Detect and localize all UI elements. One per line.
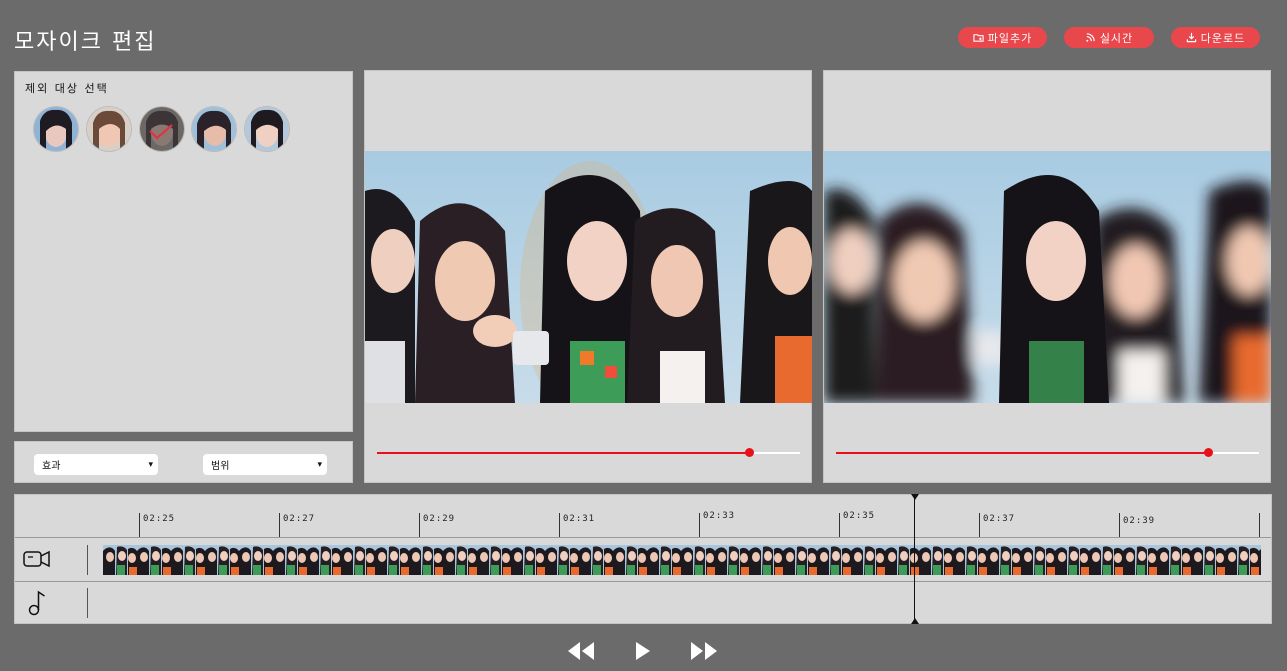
playhead-top-handle[interactable] xyxy=(911,494,919,500)
ruler-tick xyxy=(1119,513,1120,537)
options-panel: 효과 ▾ 범위 ▾ xyxy=(14,441,353,483)
chevron-down-icon: ▾ xyxy=(317,459,322,470)
ruler-tick-label: 02:31 xyxy=(563,514,596,524)
rss-icon xyxy=(1086,33,1095,42)
playhead[interactable] xyxy=(914,495,915,623)
mosaic-progress-fill xyxy=(836,452,1209,454)
ruler-tick xyxy=(839,513,840,537)
play-icon xyxy=(636,642,650,660)
original-progress-track[interactable] xyxy=(377,448,800,457)
download-icon xyxy=(1186,32,1196,43)
original-preview-panel xyxy=(364,70,812,483)
face-thumb-4[interactable] xyxy=(192,107,236,151)
ruler-tick xyxy=(419,513,420,537)
music-note-icon xyxy=(27,589,47,617)
video-camera-icon xyxy=(23,546,51,572)
ruler-tick-label: 02:27 xyxy=(283,514,316,524)
rewind-icon xyxy=(568,642,594,660)
chevron-down-icon: ▾ xyxy=(148,459,153,470)
ruler-tick xyxy=(1259,513,1260,537)
ruler-divider xyxy=(15,537,1271,538)
ruler-tick-label: 02:39 xyxy=(1123,516,1156,526)
effect-select-value: 효과 xyxy=(42,461,61,472)
face-thumb-3-selected[interactable] xyxy=(140,107,184,151)
realtime-label: 실시간 xyxy=(1099,31,1134,45)
play-button[interactable] xyxy=(633,640,653,662)
realtime-button[interactable]: 실시간 xyxy=(1064,27,1154,48)
face-thumb-5[interactable] xyxy=(245,107,289,151)
add-file-label: 파일추가 xyxy=(987,31,1033,45)
range-select-value: 범위 xyxy=(211,461,230,472)
effect-select[interactable]: 효과 ▾ xyxy=(34,454,158,475)
playhead-bottom-handle[interactable] xyxy=(911,618,919,624)
ruler-tick-label: 02:33 xyxy=(703,511,736,521)
track-header-divider xyxy=(87,545,88,575)
rewind-button[interactable] xyxy=(566,640,596,662)
track-divider xyxy=(15,581,1271,582)
original-video-frame[interactable] xyxy=(365,151,812,403)
ruler-tick xyxy=(559,513,560,537)
track-header-divider xyxy=(87,588,88,618)
ruler-tick xyxy=(139,513,140,537)
ruler-tick xyxy=(979,513,980,537)
ruler-tick xyxy=(279,513,280,537)
add-file-button[interactable]: 파일추가 xyxy=(958,27,1047,48)
ruler-tick-label: 02:25 xyxy=(143,514,176,524)
page-title: 모자이크 편집 xyxy=(14,30,157,55)
ruler-tick xyxy=(699,513,700,537)
ruler-tick-label: 02:35 xyxy=(843,511,876,521)
video-track-clip[interactable] xyxy=(103,545,1261,575)
exclusion-title: 제외 대상 선택 xyxy=(25,82,109,95)
mosaic-progress-track[interactable] xyxy=(836,448,1259,457)
face-thumb-1[interactable] xyxy=(34,107,78,151)
original-progress-fill xyxy=(377,452,750,454)
mosaic-video-frame[interactable] xyxy=(824,151,1271,403)
mosaic-preview-panel xyxy=(823,70,1271,483)
exclusion-panel: 제외 대상 선택 xyxy=(14,71,353,432)
folder-plus-icon xyxy=(973,34,984,42)
download-label: 다운로드 xyxy=(1200,31,1246,45)
timeline-panel[interactable]: 02:25 02:27 02:29 02:31 02:33 02:35 02:3… xyxy=(14,494,1272,624)
audio-track-lane[interactable] xyxy=(103,588,1261,618)
range-select[interactable]: 범위 ▾ xyxy=(203,454,327,475)
ruler-tick-label: 02:37 xyxy=(983,514,1016,524)
original-progress-thumb[interactable] xyxy=(745,448,755,457)
face-thumb-2[interactable] xyxy=(87,107,131,151)
fast-forward-icon xyxy=(691,642,717,660)
mosaic-progress-thumb[interactable] xyxy=(1204,448,1214,457)
fast-forward-button[interactable] xyxy=(689,640,719,662)
ruler-tick-label: 02:29 xyxy=(423,514,456,524)
download-button[interactable]: 다운로드 xyxy=(1171,27,1260,48)
